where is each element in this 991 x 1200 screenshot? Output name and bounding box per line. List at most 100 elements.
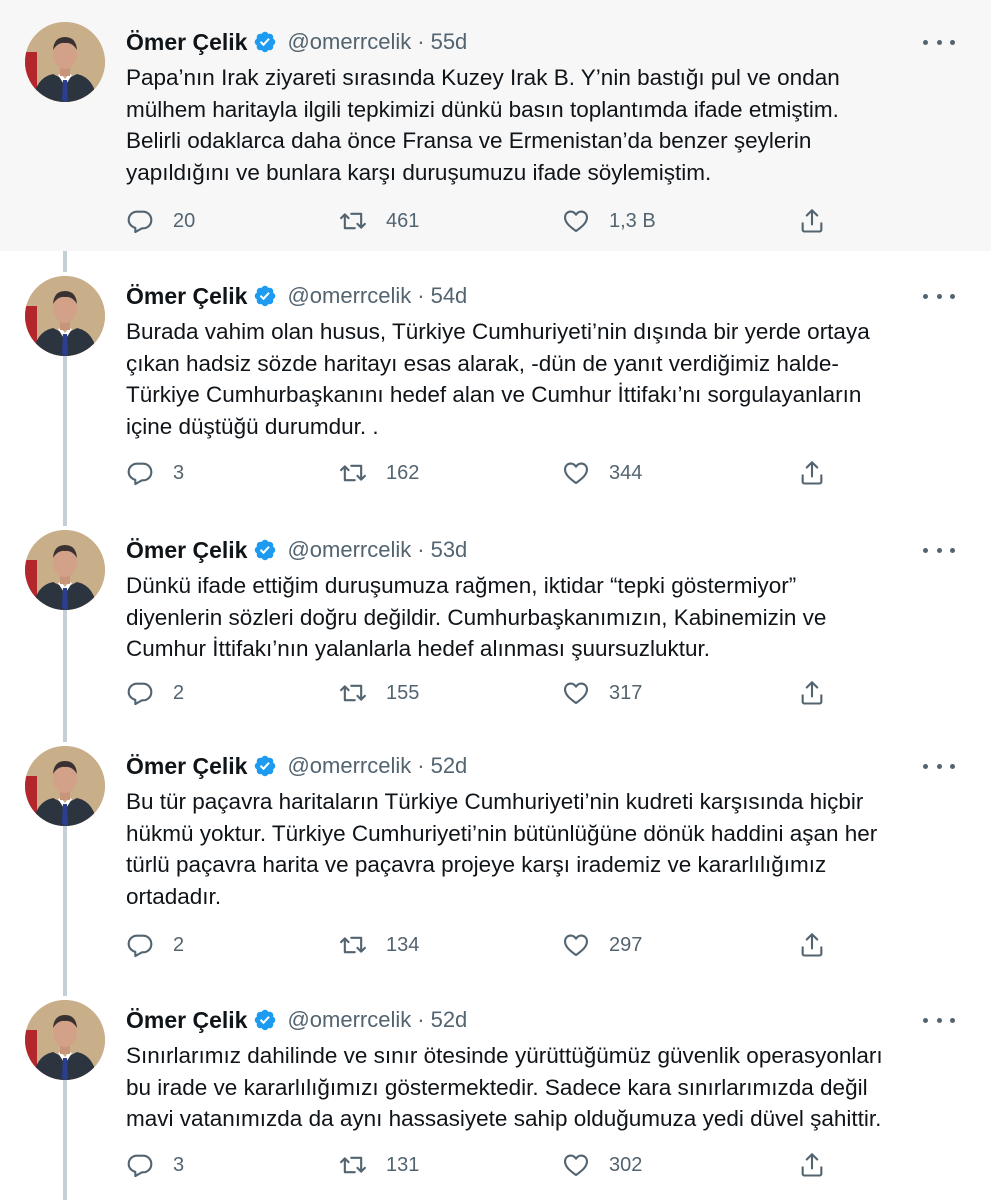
- author-handle[interactable]: @omerrcelik: [287, 753, 411, 779]
- author-name[interactable]: Ömer Çelik: [126, 283, 247, 310]
- separator-dot: ·: [417, 537, 425, 562]
- author-handle[interactable]: @omerrcelik: [287, 283, 411, 309]
- timestamp[interactable]: 55d: [431, 29, 468, 55]
- more-options-icon[interactable]: [923, 538, 955, 562]
- share-button[interactable]: [798, 678, 826, 708]
- author-name[interactable]: Ömer Çelik: [126, 29, 247, 56]
- avatar[interactable]: [25, 530, 105, 610]
- timestamp[interactable]: 52d: [431, 753, 468, 779]
- retweet-button[interactable]: 155: [339, 678, 419, 708]
- tweet[interactable]: Ömer Çelik @omerrcelik · 53d Dünkü ifade…: [0, 508, 991, 724]
- author-handle[interactable]: @omerrcelik: [287, 29, 411, 55]
- author-name[interactable]: Ömer Çelik: [126, 753, 247, 780]
- timestamp[interactable]: 52d: [431, 1007, 468, 1033]
- tweet-header: Ömer Çelik @omerrcelik · 52d: [126, 750, 467, 782]
- reply-button[interactable]: 2: [126, 930, 184, 960]
- tweet-header: Ömer Çelik @omerrcelik · 52d: [126, 1004, 467, 1036]
- tweet-text: Papa’nın Irak ziyareti sırasında Kuzey I…: [126, 65, 840, 185]
- reply-button[interactable]: 3: [126, 458, 184, 488]
- tweet-thread: Ömer Çelik @omerrcelik · 55d Papa’nın Ir…: [0, 0, 991, 1200]
- retweet-icon: [340, 212, 366, 230]
- retweet-button[interactable]: 162: [339, 458, 419, 488]
- separator-dot: ·: [417, 753, 425, 778]
- author-handle[interactable]: @omerrcelik: [287, 1007, 411, 1033]
- reply-button[interactable]: 2: [126, 678, 184, 708]
- like-count: 344: [609, 461, 643, 484]
- avatar[interactable]: [25, 1000, 105, 1080]
- tweet-actions: 2 134 297: [126, 930, 846, 960]
- tweet[interactable]: Ömer Çelik @omerrcelik · 55d Papa’nın Ir…: [0, 0, 991, 251]
- reply-count: 2: [173, 681, 185, 704]
- verified-badge-icon: [253, 538, 277, 562]
- more-options-icon[interactable]: [923, 1008, 955, 1032]
- retweet-button[interactable]: 131: [339, 1150, 419, 1180]
- retweet-icon: [340, 684, 366, 702]
- retweet-count: 461: [386, 209, 420, 232]
- tweet[interactable]: Ömer Çelik @omerrcelik · 52d Sınırlarımı…: [0, 978, 991, 1200]
- timestamp[interactable]: 53d: [431, 537, 468, 563]
- more-options-icon[interactable]: [923, 754, 955, 778]
- tweet-actions: 3 131 302: [126, 1150, 846, 1180]
- tweet-header: Ömer Çelik @omerrcelik · 55d: [126, 26, 467, 58]
- share-button[interactable]: [798, 206, 826, 236]
- reply-count: 20: [173, 209, 196, 232]
- like-button[interactable]: 317: [562, 678, 642, 708]
- share-icon: [801, 209, 823, 233]
- like-button[interactable]: 297: [562, 930, 642, 960]
- author-name[interactable]: Ömer Çelik: [126, 1007, 247, 1034]
- like-count: 297: [609, 933, 643, 956]
- tweet-text: Dünkü ifade ettiğim duruşumuza rağmen, i…: [126, 573, 827, 661]
- like-button[interactable]: 344: [562, 458, 642, 488]
- retweet-icon: [340, 936, 366, 954]
- author-name[interactable]: Ömer Çelik: [126, 537, 247, 564]
- more-options-icon[interactable]: [923, 284, 955, 308]
- more-options-icon[interactable]: [923, 30, 955, 54]
- heart-icon: [563, 1154, 589, 1177]
- reply-icon: [127, 682, 153, 706]
- retweet-button[interactable]: 461: [339, 206, 419, 236]
- heart-icon: [563, 462, 589, 485]
- verified-badge-icon: [253, 284, 277, 308]
- share-button[interactable]: [798, 458, 826, 488]
- tweet-actions: 3 162 344: [126, 458, 846, 488]
- share-button[interactable]: [798, 930, 826, 960]
- retweet-count: 155: [386, 681, 420, 704]
- reply-count: 2: [173, 933, 185, 956]
- reply-icon: [127, 210, 153, 234]
- share-button[interactable]: [798, 1150, 826, 1180]
- retweet-count: 131: [386, 1153, 420, 1176]
- retweet-icon: [340, 1156, 366, 1174]
- avatar[interactable]: [25, 276, 105, 356]
- retweet-button[interactable]: 134: [339, 930, 419, 960]
- tweet-header: Ömer Çelik @omerrcelik · 54d: [126, 280, 467, 312]
- like-count: 302: [609, 1153, 643, 1176]
- like-count: 317: [609, 681, 643, 704]
- tweet[interactable]: Ömer Çelik @omerrcelik · 54d Burada vahi…: [0, 254, 991, 504]
- reply-count: 3: [173, 1153, 185, 1176]
- verified-badge-icon: [253, 1008, 277, 1032]
- like-button[interactable]: 302: [562, 1150, 642, 1180]
- tweet-text: Bu tür paçavra haritaların Türkiye Cumhu…: [126, 789, 878, 909]
- retweet-icon: [340, 464, 366, 482]
- reply-icon: [127, 1154, 153, 1178]
- tweet-text: Sınırlarımız dahilinde ve sınır ötesinde…: [126, 1043, 883, 1131]
- tweet[interactable]: Ömer Çelik @omerrcelik · 52d Bu tür paça…: [0, 724, 991, 976]
- timestamp[interactable]: 54d: [431, 283, 468, 309]
- verified-badge-icon: [253, 754, 277, 778]
- share-icon: [801, 1153, 823, 1177]
- avatar[interactable]: [25, 22, 105, 102]
- tweet-header: Ömer Çelik @omerrcelik · 53d: [126, 534, 467, 566]
- separator-dot: ·: [417, 283, 425, 308]
- author-handle[interactable]: @omerrcelik: [287, 537, 411, 563]
- avatar[interactable]: [25, 746, 105, 826]
- retweet-count: 162: [386, 461, 420, 484]
- reply-button[interactable]: 3: [126, 1150, 184, 1180]
- tweet-actions: 20 461 1,3 B: [126, 206, 846, 236]
- separator-dot: ·: [417, 29, 425, 54]
- retweet-count: 134: [386, 933, 420, 956]
- verified-badge-icon: [253, 30, 277, 54]
- like-button[interactable]: 1,3 B: [562, 206, 656, 236]
- reply-button[interactable]: 20: [126, 206, 195, 236]
- share-icon: [801, 933, 823, 957]
- reply-icon: [127, 462, 153, 486]
